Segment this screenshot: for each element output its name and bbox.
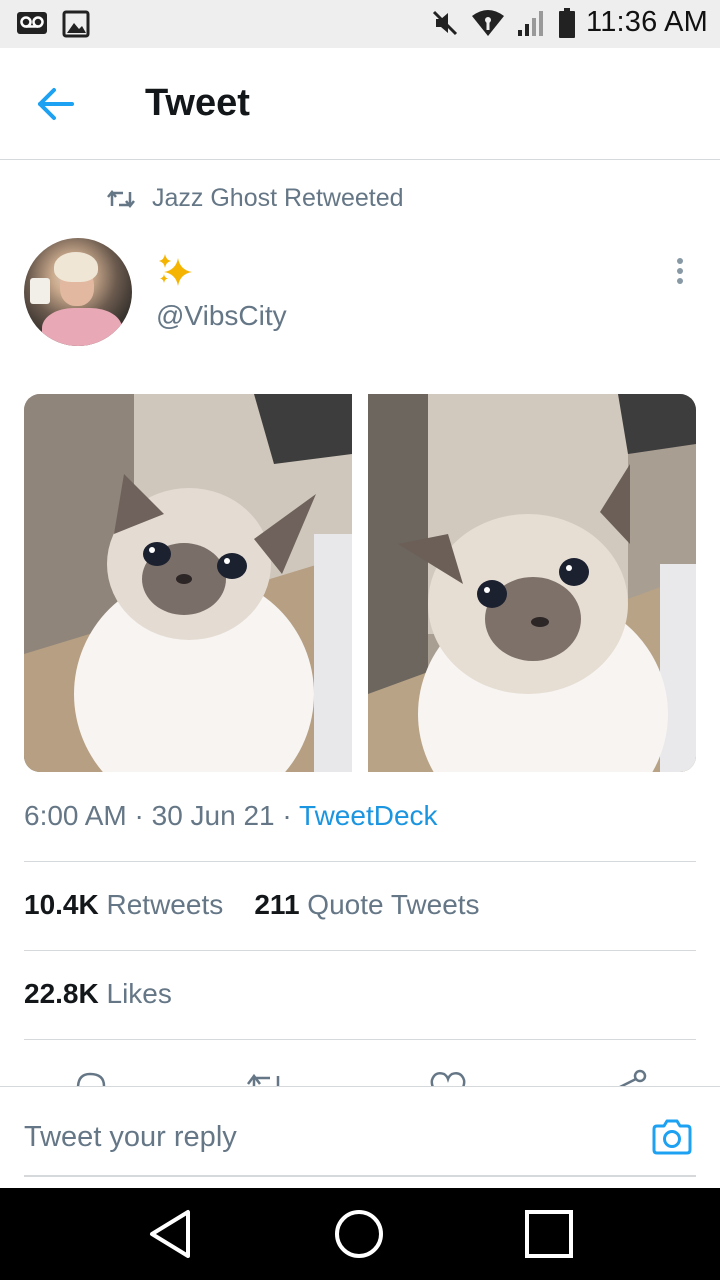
camera-icon[interactable] [650,1117,694,1157]
like-icon[interactable] [426,1068,470,1086]
reply-input-underline [24,1175,696,1177]
quotes-count: 211 [254,889,300,920]
retweets-stat[interactable]: 10.4K Retweets [24,889,223,920]
tweet-timestamp: 6:00 AM · 30 Jun 21 · TweetDeck [24,800,438,832]
recents-square-icon[interactable] [523,1208,575,1260]
wifi-icon [472,9,505,36]
top-app-bar: Tweet [0,48,720,160]
tweet-image-1[interactable] [24,394,352,772]
status-time: 11:36 AM [586,6,708,38]
arrow-left-icon[interactable] [36,86,76,122]
more-options-icon[interactable] [668,256,692,286]
back-triangle-icon[interactable] [144,1208,196,1260]
tweet-source-link[interactable]: TweetDeck [299,800,438,831]
divider [24,861,696,862]
home-circle-icon[interactable] [333,1208,385,1260]
meta-separator: · [126,800,152,831]
meta-separator-2: · [274,800,300,831]
mute-icon [432,10,458,35]
likes-count: 22.8K [24,978,99,1009]
tweet-image-2[interactable] [368,394,696,772]
author-handle[interactable]: @VibsCity [156,300,287,332]
system-nav-bar [0,1188,720,1280]
reply-input[interactable]: Tweet your reply [24,1121,237,1154]
share-icon[interactable] [606,1068,650,1086]
likes-stats-row: 22.8K Likes [24,978,172,1010]
retweet-context[interactable]: Jazz Ghost Retweeted [106,184,404,213]
voicemail-icon [17,12,47,34]
quotes-label: Quote Tweets [307,889,480,920]
tweet-time: 6:00 AM [24,800,127,831]
status-bar: 11:36 AM [0,0,720,48]
page-title: Tweet [145,82,250,124]
divider [24,1039,696,1040]
image-icon [62,10,90,38]
divider [24,950,696,951]
retweets-count: 10.4K [24,889,99,920]
retweet-stats-row: 10.4K Retweets 211 Quote Tweets [24,889,480,921]
likes-label: Likes [106,978,172,1009]
tweet-actions [0,1064,720,1086]
tweet-date: 30 Jun 21 [151,800,275,831]
reply-composer: Tweet your reply [0,1086,720,1188]
retweets-label: Retweets [106,889,224,920]
likes-stat[interactable]: 22.8K Likes [24,978,172,1009]
signal-icon [518,10,544,36]
retweeted-by-label: Jazz Ghost Retweeted [152,184,404,212]
retweet-icon [107,189,135,208]
reply-icon[interactable] [68,1068,112,1086]
sparkles-icon[interactable] [156,252,196,288]
retweet-action-icon[interactable] [244,1068,288,1086]
avatar[interactable] [24,238,132,346]
quotes-stat[interactable]: 211 Quote Tweets [254,889,479,920]
battery-icon [559,7,576,38]
